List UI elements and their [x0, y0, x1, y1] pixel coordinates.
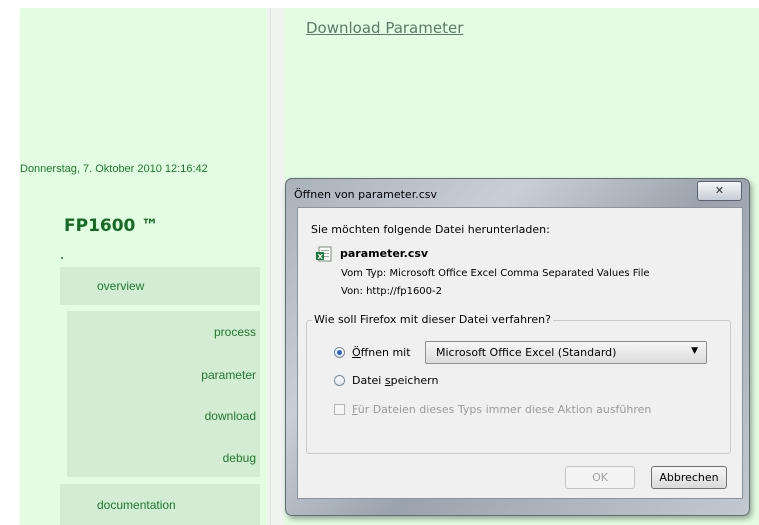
always-do-label[interactable]: Für Dateien dieses Typs immer diese Akti…	[352, 403, 651, 416]
file-type-value: Microsoft Office Excel Comma Separated V…	[389, 268, 650, 279]
svg-text:X: X	[318, 253, 324, 261]
ok-button[interactable]: OK	[565, 466, 635, 489]
brand-title: FP1600 ™	[64, 216, 159, 236]
nav-overview[interactable]: overview	[60, 267, 260, 305]
divider-dot	[61, 257, 63, 259]
save-file-label[interactable]: Datei speichern	[352, 374, 439, 387]
download-prompt: Sie möchten folgende Datei herunterladen…	[311, 223, 550, 236]
file-type-line: Vom Typ: Microsoft Office Excel Comma Se…	[341, 268, 650, 279]
save-file-label-rest: peichern	[390, 374, 439, 387]
open-with-radio[interactable]	[334, 347, 345, 358]
chevron-down-icon: ▼	[691, 346, 698, 356]
current-datetime: Donnerstag, 7. Oktober 2010 12:16:42	[20, 163, 208, 175]
close-icon: ✕	[714, 184, 725, 197]
subnav-parameter[interactable]: parameter	[67, 368, 256, 382]
file-source-line: Von: http://fp1600-2	[341, 286, 442, 297]
open-with-app-select[interactable]: Microsoft Office Excel (Standard) ▼	[425, 341, 707, 364]
nav-documentation-label: documentation	[97, 498, 176, 512]
open-with-label-text: ffnen mit	[360, 346, 411, 359]
excel-csv-icon: X	[316, 246, 332, 262]
action-group-title: Wie soll Firefox mit dieser Datei verfah…	[312, 313, 553, 326]
dialog-close-button[interactable]: ✕	[697, 181, 742, 201]
dialog-title: Öffnen von parameter.csv	[294, 188, 437, 201]
file-name: parameter.csv	[340, 247, 429, 260]
cancel-button[interactable]: Abbrechen	[651, 466, 727, 489]
always-do-checkbox[interactable]	[334, 404, 345, 415]
file-source-value: http://fp1600-2	[366, 286, 443, 297]
gutter-divider	[270, 8, 271, 525]
subnav-debug[interactable]: debug	[67, 451, 256, 465]
download-parameter-link[interactable]: Download Parameter	[306, 19, 463, 37]
subnav-download[interactable]: download	[67, 409, 256, 423]
always-do-label-text: ür Dateien dieses Typs immer diese Aktio…	[357, 403, 652, 416]
open-with-label[interactable]: Öffnen mit	[352, 346, 411, 359]
open-with-app-value: Microsoft Office Excel (Standard)	[436, 346, 617, 359]
save-file-label-pre: Datei	[352, 374, 385, 387]
nav-documentation[interactable]: documentation	[60, 484, 260, 525]
subnav-process[interactable]: process	[67, 325, 256, 339]
file-type-label: Vom Typ:	[341, 268, 387, 279]
open-with-accel: Ö	[352, 346, 361, 359]
nav-overview-label: overview	[97, 279, 145, 293]
file-source-label: Von:	[341, 286, 363, 297]
save-file-radio[interactable]	[334, 375, 345, 386]
